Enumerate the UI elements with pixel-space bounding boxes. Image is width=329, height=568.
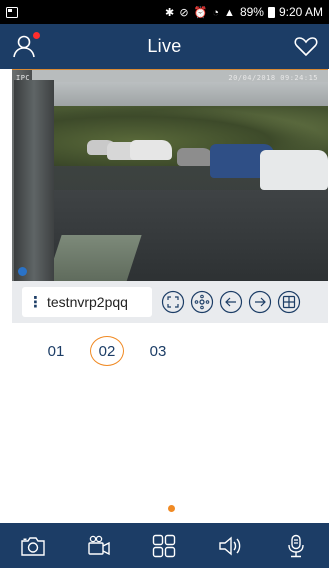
video-car xyxy=(177,148,213,166)
device-selector[interactable]: ⋮ testnvrp2pqq xyxy=(22,287,152,317)
talk-icon xyxy=(288,534,304,557)
previous-icon xyxy=(219,290,243,314)
notification-dot xyxy=(33,32,40,39)
previous-button[interactable] xyxy=(219,290,243,314)
status-icons: ✱ ⊘ ⏰ ◔ ▲ xyxy=(165,6,236,19)
status-time: 9:20 AM xyxy=(278,5,323,19)
channel-03[interactable]: 03 xyxy=(140,336,176,366)
camera-status-dot xyxy=(18,267,27,276)
video-curb xyxy=(46,235,142,282)
next-icon xyxy=(248,290,272,314)
page-indicator xyxy=(168,505,175,512)
battery-percent: 89% xyxy=(239,5,264,19)
grid-layout-icon xyxy=(277,290,301,314)
page-title: Live xyxy=(147,36,182,56)
toolbar-icons xyxy=(161,290,301,314)
osd-timestamp: 20/04/2018 09:24:15 xyxy=(228,74,318,82)
multi-view-icon xyxy=(153,534,176,557)
device-toolbar: ⋮ testnvrp2pqq xyxy=(12,281,328,323)
video-car xyxy=(260,150,328,190)
ptz-button[interactable] xyxy=(190,290,214,314)
notification-app-icon xyxy=(6,6,18,18)
channel-list: 01 02 03 xyxy=(38,336,176,366)
user-button[interactable] xyxy=(12,32,40,59)
favorites-button[interactable] xyxy=(293,33,319,59)
ptz-icon xyxy=(190,290,214,314)
channel-02[interactable]: 02 xyxy=(90,336,124,366)
record-icon xyxy=(87,535,110,555)
status-left xyxy=(6,6,18,18)
status-right: ✱ ⊘ ⏰ ◔ ▲ 89% 9:20 AM xyxy=(165,5,323,19)
snapshot-icon xyxy=(21,536,45,556)
fullscreen-button[interactable] xyxy=(161,290,185,314)
channel-01[interactable]: 01 xyxy=(38,336,74,366)
video-pillar xyxy=(14,80,54,282)
bottom-action-bar xyxy=(0,523,329,568)
record-button[interactable] xyxy=(85,532,113,560)
fullscreen-icon xyxy=(161,290,185,314)
device-name: testnvrp2pqq xyxy=(47,294,128,310)
snapshot-button[interactable] xyxy=(19,532,47,560)
video-car xyxy=(130,140,172,160)
battery-icon xyxy=(267,6,275,18)
audio-icon xyxy=(219,536,241,555)
live-video-view[interactable]: IPC 20/04/2018 09:24:15 xyxy=(12,69,328,282)
talk-button[interactable] xyxy=(282,532,310,560)
osd-camera-label: IPC xyxy=(16,74,31,82)
multi-view-button[interactable] xyxy=(150,532,178,560)
next-button[interactable] xyxy=(248,290,272,314)
heart-icon xyxy=(294,37,318,57)
app-header: Live xyxy=(0,24,329,69)
left-margin xyxy=(0,69,12,523)
grid-layout-button[interactable] xyxy=(277,290,301,314)
more-vertical-icon: ⋮ xyxy=(28,293,43,311)
status-bar: ✱ ⊘ ⏰ ◔ ▲ 89% 9:20 AM xyxy=(0,0,329,24)
audio-button[interactable] xyxy=(216,532,244,560)
